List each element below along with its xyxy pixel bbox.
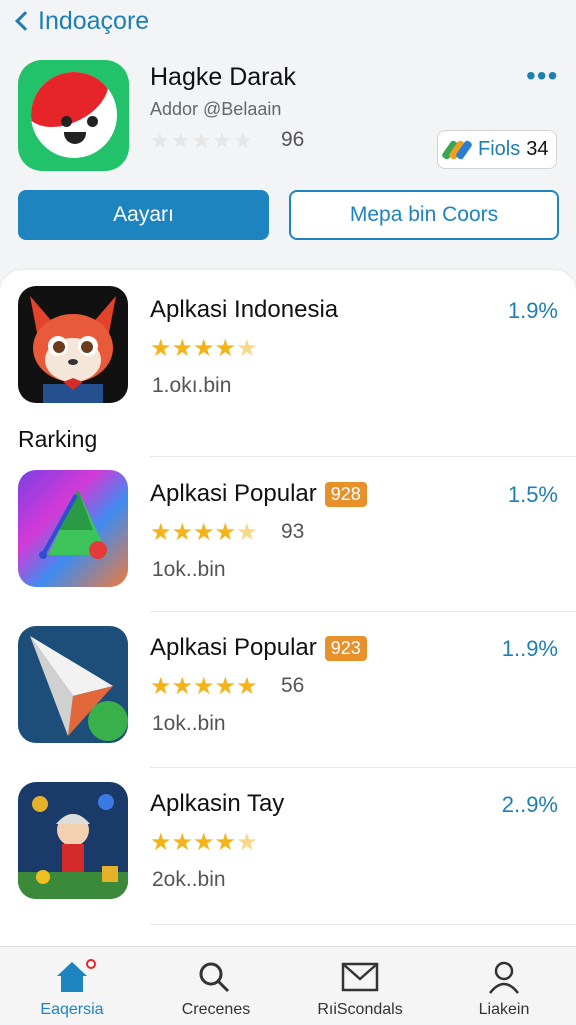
app-rating-count: 96 xyxy=(281,128,305,151)
app-list-card: Aplkasi Indonesia ★★★★★ 1.okı.bin 1.9% R… xyxy=(0,270,576,960)
rating-stars: ★★★★★ xyxy=(150,335,258,362)
rating-stars: ★★★★★ xyxy=(150,519,258,546)
mail-icon xyxy=(341,962,379,992)
more-options-icon[interactable]: ••• xyxy=(526,62,558,90)
search-icon xyxy=(199,962,230,993)
divider xyxy=(150,611,576,612)
app-rating-stars: ★★★★★ xyxy=(150,128,254,153)
top-nav: Indoaçore xyxy=(0,0,576,44)
list-item[interactable]: Aplkasi Indonesia ★★★★★ 1.okı.bin 1.9% xyxy=(0,286,576,436)
app-name: Aplkasi Popular 928 xyxy=(150,480,367,508)
tab-home[interactable]: Eaqersia xyxy=(0,947,144,1025)
paper-plane-app-icon xyxy=(18,626,128,743)
app-size: 2ok..bin xyxy=(152,868,226,891)
divider xyxy=(150,767,576,768)
tab-label: Crecenes xyxy=(181,1001,251,1018)
fiols-count: 34 xyxy=(526,138,549,160)
app-size: 1.okı.bin xyxy=(152,374,232,397)
rating-stars: ★★★★★ xyxy=(150,673,258,700)
app-percent: 1.9% xyxy=(507,298,558,323)
fiols-chip[interactable]: Fiols 34 xyxy=(437,130,557,169)
app-percent: 2..9% xyxy=(501,792,558,817)
rating-count: 93 xyxy=(281,520,305,543)
tab-profile[interactable]: Liakein xyxy=(432,947,576,1025)
tab-label: Liakein xyxy=(478,1001,530,1018)
chevron-left-icon xyxy=(15,11,35,31)
app-name: Aplkasin Tay xyxy=(150,790,285,817)
fiols-label: Fiols xyxy=(478,138,521,160)
user-icon xyxy=(489,961,519,994)
shapes-app-icon xyxy=(18,470,128,587)
app-badge: 928 xyxy=(324,481,367,507)
app-developer: Addor @Belaain xyxy=(150,99,282,119)
tab-search[interactable]: Crecenes xyxy=(144,947,288,1025)
primary-button[interactable]: Aayarı xyxy=(18,190,269,240)
character-app-icon xyxy=(18,782,128,899)
app-icon xyxy=(18,60,129,171)
notification-dot xyxy=(86,959,96,969)
fox-app-icon xyxy=(18,286,128,403)
rating-count: 56 xyxy=(281,674,305,697)
tab-label: RıiScondals xyxy=(317,1001,403,1018)
tab-messages[interactable]: RıiScondals xyxy=(288,947,432,1025)
app-size: 1ok..bin xyxy=(152,712,226,735)
app-name: Aplkasi Popular 923 xyxy=(150,634,367,662)
ranking-label: Rarking xyxy=(18,426,98,452)
colorful-logo-icon xyxy=(440,139,474,160)
secondary-button[interactable]: Mepa bin Coors xyxy=(289,190,559,240)
app-percent: 1.5% xyxy=(507,482,558,507)
app-name: Aplkasi Indonesia xyxy=(150,296,339,323)
list-item[interactable]: Aplkasin Tay ★★★★★ 2ok..bin 2..9% xyxy=(0,782,576,932)
app-logo-face xyxy=(31,72,117,158)
app-title: Hagke Darak xyxy=(150,63,296,91)
tab-label: Eaqersia xyxy=(40,1001,104,1018)
app-badge: 923 xyxy=(324,635,367,661)
rating-stars: ★★★★★ xyxy=(150,829,258,856)
back-label: Indoaçore xyxy=(38,6,150,35)
app-size: 1ok..bin xyxy=(152,558,226,581)
divider xyxy=(150,456,576,457)
back-button[interactable]: Indoaçore xyxy=(12,4,192,38)
bottom-tab-bar: Eaqersia Crecenes RıiScondals Liakein xyxy=(0,946,576,1024)
divider xyxy=(150,924,576,925)
list-item[interactable]: Aplkasi Popular 928 ★★★★★ 93 1ok..bin 1.5… xyxy=(0,470,576,620)
home-icon xyxy=(57,962,87,992)
list-item[interactable]: Aplkasi Popular 923 ★★★★★ 56 1ok..bin 1..… xyxy=(0,626,576,776)
app-percent: 1..9% xyxy=(501,636,558,661)
